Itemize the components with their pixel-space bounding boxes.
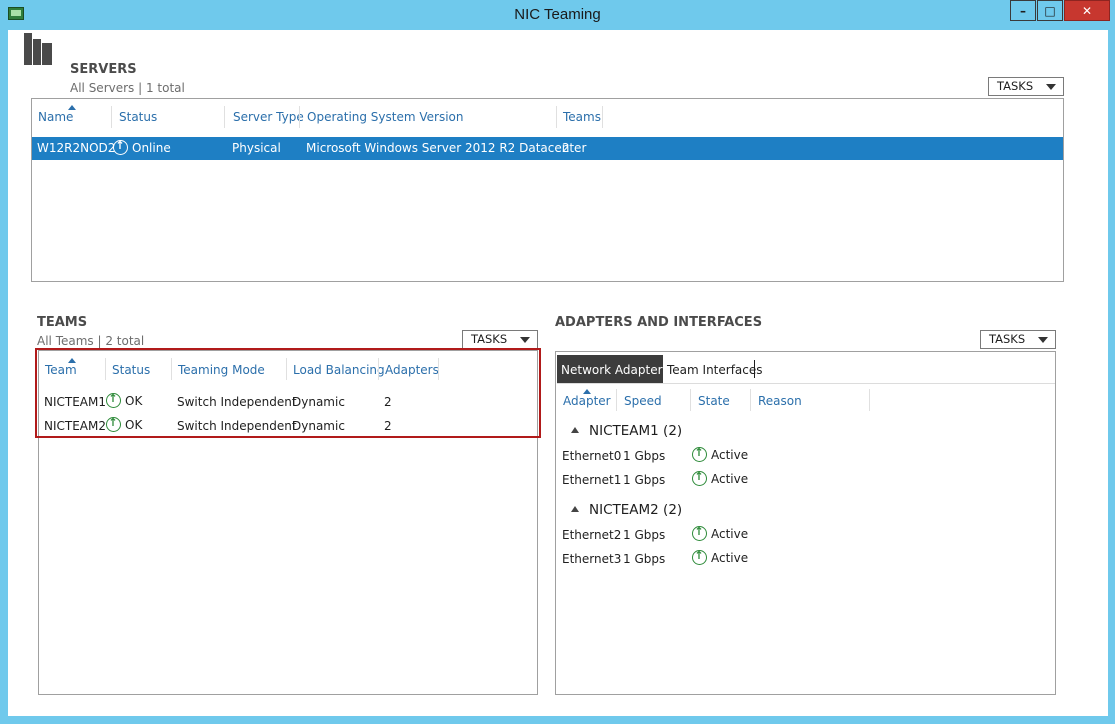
adapter-state-label: Active — [711, 527, 749, 541]
adapter-speed: 1 Gbps — [623, 528, 666, 542]
column-divider[interactable] — [299, 106, 300, 128]
adapter-speed: 1 Gbps — [623, 473, 666, 487]
servers-col-os-version[interactable]: Operating System Version — [307, 110, 464, 124]
column-divider[interactable] — [690, 389, 691, 411]
list-item[interactable]: Ethernet2 1 Gbps Active — [557, 524, 1054, 546]
column-divider[interactable] — [602, 106, 603, 128]
server-teams: 2 — [562, 141, 570, 155]
active-status-icon — [692, 525, 707, 541]
group-header-nicteam1[interactable]: NICTEAM1 (2) — [571, 423, 682, 439]
group-header-nicteam2[interactable]: NICTEAM2 (2) — [571, 502, 682, 518]
servers-title: SERVERS — [70, 62, 137, 77]
teams-tasks-label: TASKS — [471, 332, 508, 346]
list-item[interactable]: Ethernet3 1 Gbps Active — [557, 548, 1054, 570]
adapter-state: Active — [692, 446, 749, 462]
servers-tasks-label: TASKS — [997, 79, 1034, 93]
active-status-icon — [692, 446, 707, 462]
servers-icon — [24, 33, 54, 65]
adapter-state-label: Active — [711, 448, 749, 462]
tab-team-interfaces[interactable]: Team Interfaces — [664, 355, 763, 383]
highlight-annotation — [35, 348, 541, 438]
adapter-name: Ethernet2 — [562, 528, 622, 542]
window-title: NIC Teaming — [514, 6, 601, 23]
column-divider[interactable] — [556, 106, 557, 128]
teams-subtitle: All Teams | 2 total — [37, 334, 145, 348]
expand-collapse-icon[interactable] — [571, 506, 579, 512]
active-status-icon — [692, 470, 707, 486]
text-cursor — [754, 360, 755, 378]
maximize-button[interactable]: □ — [1037, 0, 1063, 21]
adapter-state: Active — [692, 470, 749, 486]
expand-collapse-icon[interactable] — [571, 427, 579, 433]
adapter-name: Ethernet0 — [562, 449, 622, 463]
adapters-tasks-label: TASKS — [989, 332, 1026, 346]
column-divider[interactable] — [616, 389, 617, 411]
close-button[interactable]: ✕ — [1064, 0, 1110, 21]
adapter-speed: 1 Gbps — [623, 449, 666, 463]
adapter-name: Ethernet1 — [562, 473, 622, 487]
servers-col-status[interactable]: Status — [119, 110, 157, 124]
servers-table — [31, 98, 1064, 282]
server-name: W12R2NOD2 — [37, 141, 116, 155]
teams-title: TEAMS — [37, 315, 88, 330]
chevron-down-icon — [1046, 84, 1056, 90]
column-divider[interactable] — [869, 389, 870, 411]
column-divider[interactable] — [224, 106, 225, 128]
active-status-icon — [692, 549, 707, 565]
list-item[interactable]: Ethernet0 1 Gbps Active — [557, 445, 1054, 467]
group-label: NICTEAM2 (2) — [589, 502, 683, 518]
adapters-title: ADAPTERS AND INTERFACES — [555, 315, 763, 330]
servers-col-name[interactable]: Name — [38, 110, 73, 124]
online-status-icon — [113, 139, 128, 155]
tab-network-adapters[interactable]: Network Adapters — [557, 355, 669, 383]
minimize-button[interactable]: – — [1010, 0, 1036, 21]
adapter-state: Active — [692, 549, 749, 565]
teams-tasks-button[interactable]: TASKS — [462, 330, 538, 349]
title-bar[interactable]: NIC Teaming – □ ✕ — [0, 0, 1115, 30]
list-item[interactable]: Ethernet1 1 Gbps Active — [557, 469, 1054, 491]
adapter-name: Ethernet3 — [562, 552, 622, 566]
adapters-tasks-button[interactable]: TASKS — [980, 330, 1056, 349]
column-divider[interactable] — [111, 106, 112, 128]
servers-tasks-button[interactable]: TASKS — [988, 77, 1064, 96]
group-label: NICTEAM1 (2) — [589, 423, 683, 439]
servers-col-teams[interactable]: Teams — [563, 110, 601, 124]
chevron-down-icon — [1038, 337, 1048, 343]
server-status: Online — [113, 139, 171, 155]
adapters-col-reason[interactable]: Reason — [758, 394, 802, 408]
adapter-state: Active — [692, 525, 749, 541]
server-status-label: Online — [132, 141, 171, 155]
adapter-speed: 1 Gbps — [623, 552, 666, 566]
adapters-col-state[interactable]: State — [698, 394, 730, 408]
table-row[interactable]: W12R2NOD2 Online Physical Microsoft Wind… — [32, 137, 1063, 160]
server-os: Microsoft Windows Server 2012 R2 Datacen… — [306, 141, 587, 155]
adapters-col-speed[interactable]: Speed — [624, 394, 662, 408]
servers-subtitle: All Servers | 1 total — [70, 81, 185, 95]
adapter-state-label: Active — [711, 551, 749, 565]
adapters-col-adapter[interactable]: Adapter — [563, 394, 611, 408]
servers-col-server-type[interactable]: Server Type — [233, 110, 304, 124]
adapter-state-label: Active — [711, 472, 749, 486]
chevron-down-icon — [520, 337, 530, 343]
server-type: Physical — [232, 141, 281, 155]
column-divider[interactable] — [750, 389, 751, 411]
